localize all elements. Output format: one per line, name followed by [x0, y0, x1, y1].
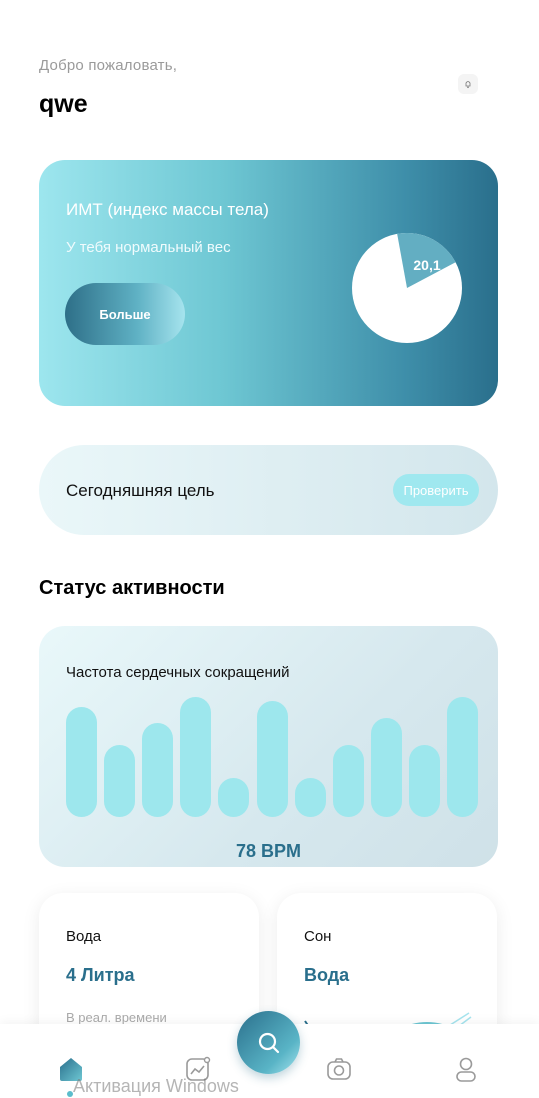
heart-rate-bar — [408, 744, 440, 817]
water-note: В реал. времени — [66, 1010, 167, 1025]
username: qwe — [39, 90, 88, 118]
nav-camera[interactable] — [324, 1054, 354, 1084]
water-value: 4 Литра — [66, 965, 135, 985]
heart-rate-bar — [66, 707, 97, 817]
bmi-title: ИМТ (индекс массы тела) — [66, 200, 269, 219]
profile-icon — [456, 1057, 476, 1082]
notification-button[interactable] — [458, 74, 478, 94]
welcome-text: Добро пожаловать, — [39, 57, 178, 74]
camera-icon — [327, 1058, 351, 1080]
heart-rate-bar — [104, 744, 136, 817]
bpm-value: 78 BPM — [235, 841, 302, 861]
more-button[interactable]: Больше — [65, 283, 185, 345]
search-icon — [258, 1032, 279, 1053]
heart-rate-card: Частота сердечных сокращений 78 BPM — [39, 626, 498, 867]
heart-rate-bars — [66, 692, 478, 817]
sleep-title: Сон — [304, 928, 332, 945]
check-button[interactable]: Проверить — [393, 474, 479, 506]
bmi-pie-chart: 20,1 — [352, 233, 462, 343]
heart-rate-bar — [180, 697, 212, 817]
heart-rate-bar — [294, 778, 326, 817]
bmi-status: У тебя нормальный вес — [66, 239, 231, 256]
windows-activation-watermark: Активация Windows — [73, 1076, 239, 1096]
bmi-value: 20,1 — [413, 257, 440, 273]
heart-rate-bar — [218, 778, 250, 817]
today-goal-card: Сегодняшняя цель Проверить — [39, 445, 498, 535]
nav-profile[interactable] — [451, 1054, 481, 1084]
sleep-value: Вода — [304, 965, 350, 985]
heart-rate-label: Частота сердечных сокращений — [66, 664, 290, 681]
activity-section-title: Статус активности — [39, 577, 225, 599]
bell-icon — [465, 81, 471, 89]
search-button[interactable] — [237, 1011, 300, 1074]
heart-rate-bar — [142, 723, 174, 817]
heart-rate-bar — [256, 700, 288, 817]
water-title: Вода — [66, 928, 102, 945]
bmi-card: ИМТ (индекс массы тела) У тебя нормальны… — [39, 160, 498, 406]
goal-label: Сегодняшняя цель — [66, 481, 215, 500]
heart-rate-bar — [447, 697, 478, 817]
heart-rate-bar — [332, 744, 364, 817]
heart-rate-bar — [370, 718, 402, 817]
